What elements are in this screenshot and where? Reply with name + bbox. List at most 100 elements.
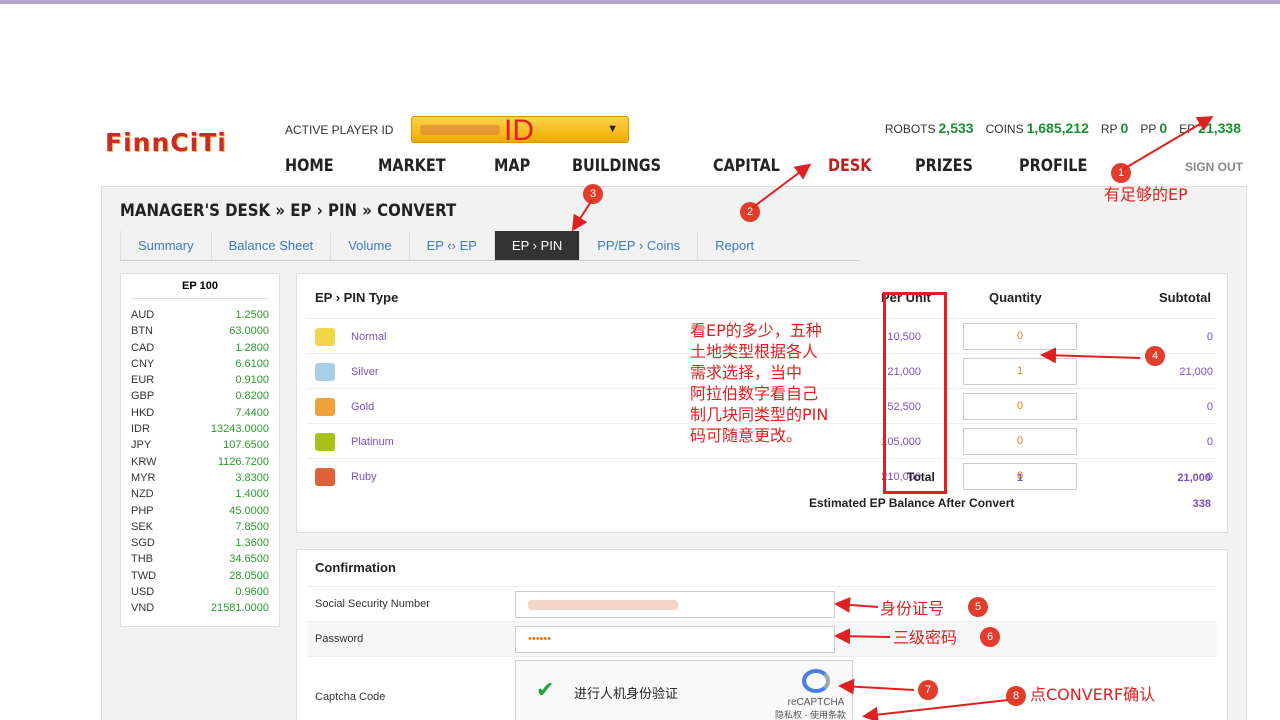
password-label: Password — [315, 633, 364, 645]
rate-value: 13243.0000 — [210, 423, 269, 436]
rate-row-sgd: SGD 1.3600 — [131, 537, 269, 553]
tab-report[interactable]: Report — [697, 231, 771, 260]
player-id-select[interactable]: ID ▼ — [411, 114, 629, 147]
rate-row-nzd: NZD 1.4000 — [131, 488, 269, 504]
rate-value: 63.0000 — [229, 325, 269, 338]
pin-type-name: Normal — [351, 331, 387, 343]
rate-value: 45.0000 — [229, 504, 269, 517]
step-badge-3: 3 — [583, 184, 603, 204]
annotation-enough-ep: 有足够的EP — [1104, 185, 1188, 204]
desk-panel: MANAGER'S DESK » EP › PIN » CONVERT Summ… — [101, 186, 1247, 720]
tab-balance-sheet[interactable]: Balance Sheet — [210, 231, 331, 260]
recaptcha-widget[interactable]: ✔ 进行人机身份验证 reCAPTCHA 隐私权 - 使用条款 — [515, 660, 853, 720]
recaptcha-text: 进行人机身份验证 — [574, 686, 679, 701]
main-nav: HOME MARKET MAP BUILDINGS CAPITAL DESK P… — [285, 156, 1135, 176]
password-input[interactable]: •••••• — [515, 626, 835, 653]
rate-value: 0.9100 — [235, 374, 269, 387]
pin-type-name: Platinum — [351, 436, 394, 448]
rate-code: BTN — [131, 325, 153, 338]
total-label: Total — [907, 470, 935, 484]
rate-code: TWD — [131, 569, 157, 582]
rate-code: CAD — [131, 341, 155, 354]
normal-gem-icon — [315, 328, 335, 346]
rate-value: 3.8300 — [235, 471, 269, 484]
step-badge-6: 6 — [980, 627, 1000, 647]
nav-desk[interactable]: DESK — [828, 156, 871, 176]
pin-type-name: Gold — [351, 401, 375, 413]
rate-value: 1.2800 — [235, 341, 269, 354]
rate-value: 0.8200 — [235, 390, 269, 403]
pin-subtotal: 0 — [1206, 436, 1213, 448]
rate-row-hkd: HKD 7.4400 — [131, 407, 269, 423]
tab-pp-ep-coins[interactable]: PP/EP › Coins — [579, 231, 697, 260]
step-badge-1: 1 — [1111, 163, 1131, 183]
pin-row-ruby: Ruby 210,000 0 0 — [307, 458, 1217, 493]
rate-code: GBP — [131, 390, 155, 403]
nav-home[interactable]: HOME — [285, 156, 334, 176]
sign-out-link[interactable]: SIGN OUT — [1185, 160, 1243, 174]
nav-prizes[interactable]: PRIZES — [915, 156, 973, 176]
quantity-input[interactable]: 0 — [963, 323, 1077, 350]
annotation-id-number: 身份证号 — [880, 599, 945, 618]
step-badge-5: 5 — [968, 597, 988, 617]
pin-subtotal: 0 — [1206, 331, 1213, 343]
quantity-input[interactable]: 0 — [963, 428, 1077, 455]
rate-row-eur: EUR 0.9100 — [131, 374, 269, 390]
ssn-label: Social Security Number — [315, 598, 430, 610]
rate-code: VND — [131, 602, 155, 615]
rate-value: 34.6500 — [229, 553, 269, 566]
quantity-input[interactable]: 1 — [963, 358, 1077, 385]
finnciti-logo[interactable]: FinnCiTi — [105, 128, 227, 157]
rate-code: IDR — [131, 423, 150, 436]
annotation-click-convert: 点CONVERF确认 — [1030, 685, 1156, 704]
rate-row-cny: CNY 6.6100 — [131, 358, 269, 374]
rate-value: 107.6500 — [223, 439, 269, 452]
rate-code: USD — [131, 586, 155, 599]
nav-market[interactable]: MARKET — [378, 156, 446, 176]
rate-code: CNY — [131, 357, 155, 370]
per-unit-highlight — [883, 292, 947, 494]
nav-buildings[interactable]: BUILDINGS — [572, 156, 661, 176]
rate-value: 21581.0000 — [210, 602, 269, 615]
exchange-rates-panel: EP 100 AUD 1.2500 BTN 63.0000 CAD 1.2800 CNY 6.… — [120, 273, 280, 627]
stat-robots: ROBOTS 2,533 — [884, 120, 974, 136]
rate-row-btn: BTN 63.0000 — [131, 325, 269, 341]
step-badge-7: 7 — [918, 680, 938, 700]
recaptcha-terms[interactable]: 隐私权 - 使用条款 — [775, 708, 846, 720]
nav-capital[interactable]: CAPITAL — [713, 156, 780, 176]
rate-row-thb: THB 34.6500 — [131, 553, 269, 569]
rate-row-idr: IDR 13243.0000 — [131, 423, 269, 439]
quantity-input[interactable]: 0 — [963, 393, 1077, 420]
rate-code: PHP — [131, 504, 154, 517]
step-badge-4: 4 — [1145, 346, 1165, 366]
id-annotation: ID — [504, 114, 534, 147]
ssn-row: Social Security Number — [307, 586, 1217, 621]
breadcrumb: MANAGER'S DESK » EP › PIN » CONVERT — [120, 201, 457, 221]
rate-code: NZD — [131, 488, 154, 501]
ssn-input[interactable] — [515, 591, 835, 618]
total-subtotal: 21,000 — [1177, 472, 1211, 484]
tab-ep-ep[interactable]: EP ‹› EP — [408, 231, 494, 260]
tab-volume[interactable]: Volume — [330, 231, 408, 260]
rate-value: 0.9600 — [235, 586, 269, 599]
rate-row-sek: SEK 7.8500 — [131, 521, 269, 537]
tab-summary[interactable]: Summary — [120, 231, 211, 260]
estimate-value: 338 — [1192, 498, 1211, 510]
blurred-player-id — [420, 125, 500, 135]
silver-gem-icon — [315, 363, 335, 381]
platinum-gem-icon — [315, 433, 335, 451]
total-quantity: 1 — [1017, 472, 1024, 484]
tab-ep-pin[interactable]: EP › PIN — [493, 231, 580, 260]
col-subtotal: Subtotal — [1159, 290, 1211, 305]
gold-gem-icon — [315, 398, 335, 416]
rate-code: AUD — [131, 309, 155, 321]
annotation-level3-password: 三级密码 — [893, 628, 958, 647]
nav-map[interactable]: MAP — [494, 156, 530, 176]
rate-code: MYR — [131, 471, 156, 484]
rate-value: 1.2500 — [235, 309, 269, 321]
nav-profile[interactable]: PROFILE — [1019, 156, 1087, 176]
rate-row-gbp: GBP 0.8200 — [131, 390, 269, 406]
stat-ep: EP 21,338 — [1179, 120, 1241, 136]
desk-tabs: Summary Balance Sheet Volume EP ‹› EP EP… — [120, 231, 860, 261]
pin-subtotal: 0 — [1206, 401, 1213, 413]
